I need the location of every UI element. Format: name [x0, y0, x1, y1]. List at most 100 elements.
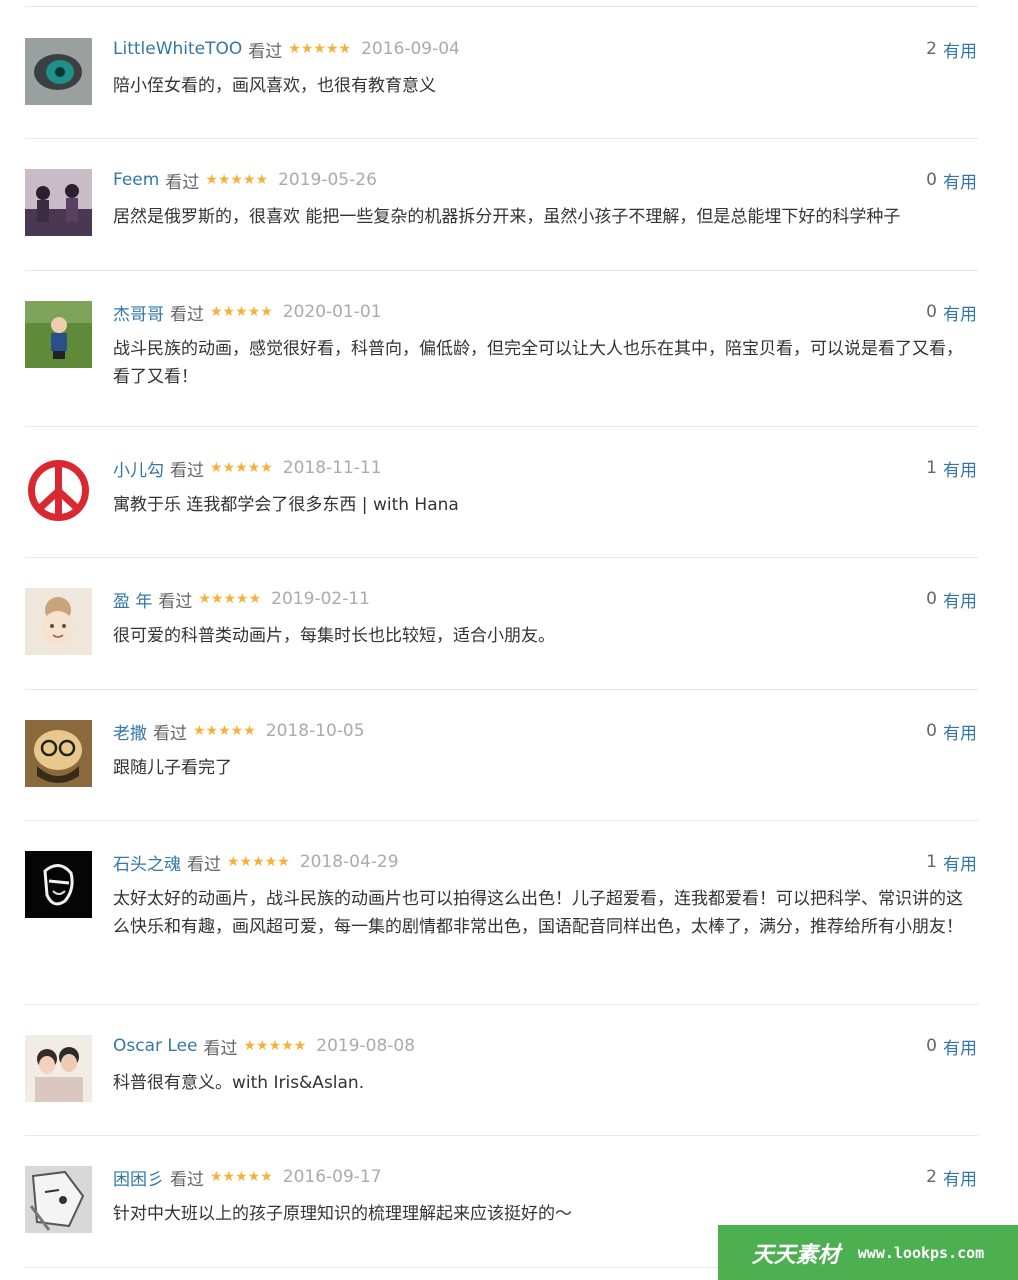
divider — [25, 820, 978, 821]
useful-count: 2 — [926, 39, 937, 59]
divider — [25, 426, 978, 427]
username-link[interactable]: 杰哥哥 — [113, 300, 164, 325]
divider — [25, 270, 978, 271]
username-link[interactable]: 困困彡 — [113, 1165, 164, 1190]
useful-count: 0 — [926, 1036, 937, 1056]
avatar-cartoon-face — [25, 720, 92, 787]
watched-label: 看过 — [170, 460, 204, 481]
avatar[interactable] — [25, 1166, 92, 1233]
divider — [25, 1004, 978, 1005]
username-link[interactable]: Feem — [113, 170, 159, 190]
review-meta: Oscar Lee 看过 ★★★★★ 2019-08-08 — [113, 1033, 415, 1059]
review-text: 居然是俄罗斯的，很喜欢 能把一些复杂的机器拆分开来，虽然小孩子不理解，但是总能埋… — [113, 207, 901, 227]
watched-label: 看过 — [153, 723, 187, 744]
avatar-anime-sketch — [25, 1166, 92, 1233]
review-date: 2019-02-11 — [271, 589, 370, 609]
useful-vote: 0 有用 — [926, 167, 977, 193]
useful-button[interactable]: 有用 — [943, 300, 977, 325]
username-link[interactable]: 小儿勾 — [113, 456, 164, 481]
review-date: 2018-11-11 — [282, 458, 382, 478]
rating-stars: ★★★★★ — [227, 854, 290, 870]
username-link[interactable]: LittleWhiteTOO — [113, 39, 242, 59]
useful-vote: 1 有用 — [926, 455, 977, 481]
review-meta: 盈 年 看过 ★★★★★ 2019-02-11 — [113, 586, 370, 612]
rating-stars: ★★★★★ — [193, 723, 256, 739]
watched-label: 看过 — [165, 172, 200, 193]
watched-label: 看过 — [248, 41, 283, 62]
rating-stars: ★★★★★ — [288, 41, 352, 57]
avatar[interactable] — [25, 588, 92, 655]
review-text: 很可爱的科普类动画片，每集时长也比较短，适合小朋友。 — [113, 626, 555, 646]
rating-stars: ★★★★★ — [210, 460, 273, 476]
useful-button[interactable]: 有用 — [943, 1165, 977, 1190]
avatar-child-on-grass — [25, 301, 92, 368]
username-link[interactable]: 老撒 — [113, 719, 147, 744]
useful-count: 2 — [926, 1167, 937, 1187]
divider — [25, 138, 978, 139]
watermark-url: www.lookps.com — [857, 1243, 985, 1262]
rating-stars: ★★★★★ — [205, 172, 269, 188]
useful-button[interactable]: 有用 — [943, 850, 977, 875]
review-meta: 杰哥哥 看过 ★★★★★ 2020-01-01 — [113, 299, 382, 325]
avatar[interactable] — [25, 38, 92, 105]
useful-vote: 1 有用 — [926, 849, 977, 875]
useful-count: 0 — [926, 721, 937, 741]
watched-label: 看过 — [170, 304, 204, 325]
review-meta: 老撒 看过 ★★★★★ 2018-10-05 — [113, 718, 365, 744]
review-text: 针对中大班以上的孩子原理知识的梳理理解起来应该挺好的～ — [113, 1204, 572, 1224]
useful-button[interactable]: 有用 — [943, 37, 977, 62]
rating-stars: ★★★★★ — [198, 591, 262, 607]
review-meta: 小儿勾 看过 ★★★★★ 2018-11-11 — [113, 455, 382, 481]
username-link[interactable]: 盈 年 — [113, 587, 152, 612]
review-text: 战斗民族的动画，感觉很好看，科普向，偏低龄，但完全可以让大人也乐在其中，陪宝贝看… — [113, 339, 963, 387]
watched-label: 看过 — [203, 1038, 238, 1059]
useful-button[interactable]: 有用 — [943, 168, 977, 193]
avatar[interactable] — [25, 1035, 92, 1102]
useful-count: 0 — [926, 589, 937, 609]
review-text: 寓教于乐 连我都学会了很多东西 | with Hana — [113, 495, 459, 515]
divider — [25, 689, 978, 690]
rating-stars: ★★★★★ — [243, 1038, 307, 1054]
review-text: 跟随儿子看完了 — [113, 758, 232, 778]
avatar-group-photo — [25, 169, 92, 236]
review-date: 2016-09-04 — [361, 39, 460, 59]
avatar[interactable] — [25, 301, 92, 368]
useful-count: 1 — [926, 852, 937, 872]
useful-vote: 0 有用 — [926, 1033, 977, 1059]
useful-count: 0 — [926, 170, 937, 190]
useful-button[interactable]: 有用 — [943, 587, 977, 612]
watermark-logo: 天天素材 — [751, 1241, 840, 1268]
useful-vote: 0 有用 — [926, 718, 977, 744]
useful-button[interactable]: 有用 — [943, 456, 977, 481]
watched-label: 看过 — [158, 591, 193, 612]
username-link[interactable]: Oscar Lee — [113, 1036, 198, 1056]
review-meta: Feem 看过 ★★★★★ 2019-05-26 — [113, 167, 377, 193]
watermark-banner: 天天素材 www.lookps.com — [718, 1225, 1018, 1280]
useful-vote: 0 有用 — [926, 299, 977, 325]
review-date: 2018-10-05 — [265, 721, 365, 741]
avatar[interactable] — [25, 851, 92, 918]
review-meta: LittleWhiteTOO 看过 ★★★★★ 2016-09-04 — [113, 36, 460, 62]
avatar[interactable] — [25, 457, 92, 524]
review-date: 2019-05-26 — [278, 170, 377, 190]
avatar-black-sketch — [25, 851, 92, 918]
useful-count: 1 — [926, 458, 937, 478]
divider — [25, 1135, 978, 1136]
divider — [25, 6, 978, 7]
avatar[interactable] — [25, 169, 92, 236]
divider — [25, 557, 978, 558]
username-link[interactable]: 石头之魂 — [113, 850, 181, 875]
useful-button[interactable]: 有用 — [943, 719, 977, 744]
review-text: 科普很有意义。with Iris&Aslan. — [113, 1073, 365, 1093]
useful-vote: 0 有用 — [926, 586, 977, 612]
peace-sign-icon — [25, 457, 92, 524]
review-date: 2016-09-17 — [282, 1167, 382, 1187]
avatar[interactable] — [25, 720, 92, 787]
review-meta: 石头之魂 看过 ★★★★★ 2018-04-29 — [113, 849, 399, 875]
review-date: 2019-08-08 — [316, 1036, 416, 1056]
useful-button[interactable]: 有用 — [943, 1034, 977, 1059]
review-text: 陪小侄女看的，画风喜欢，也很有教育意义 — [113, 76, 436, 96]
rating-stars: ★★★★★ — [210, 1169, 273, 1185]
review-date: 2018-04-29 — [299, 852, 399, 872]
avatar-cartoon-girl — [25, 588, 92, 655]
